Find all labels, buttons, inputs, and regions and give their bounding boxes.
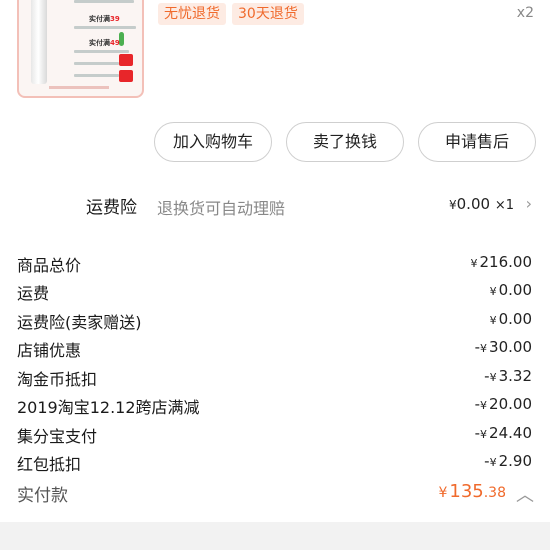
breakdown-value: -¥ 3.32 [484, 367, 532, 385]
breakdown-label: 淘金币抵扣 [17, 370, 98, 389]
breakdown-value: -¥ 30.00 [474, 338, 532, 356]
badge-30-day-return: 30天退货 [232, 3, 304, 25]
chevron-right-icon: › [525, 194, 532, 213]
total-amount: ¥135.38 [438, 481, 506, 502]
bottom-divider [0, 522, 550, 550]
add-to-cart-button[interactable]: 加入购物车 [154, 122, 272, 162]
breakdown-label: 运费险(卖家赠送) [17, 313, 142, 332]
breakdown-value: ¥0.00 [489, 310, 532, 328]
insurance-title: 运费险 [86, 198, 137, 218]
sell-resell-button[interactable]: 卖了换钱 [286, 122, 404, 162]
breakdown-value: ¥0.00 [489, 281, 532, 299]
breakdown-value: -¥ 20.00 [474, 395, 532, 413]
product-quantity: x2 [516, 5, 534, 21]
breakdown-label: 集分宝支付 [17, 427, 98, 446]
breakdown-label: 店铺优惠 [17, 341, 82, 360]
breakdown-value: ¥216.00 [470, 253, 533, 271]
total-label: 实付款 [17, 486, 68, 506]
breakdown-label: 2019淘宝12.12跨店满减 [17, 398, 200, 417]
insurance-description: 退换货可自动理赔 [157, 199, 286, 218]
breakdown-value: -¥ 24.40 [474, 424, 532, 442]
product-thumbnail[interactable]: 实付满39 实付满49 [17, 0, 144, 98]
breakdown-label: 商品总价 [17, 256, 82, 275]
after-sale-button[interactable]: 申请售后 [418, 122, 536, 162]
chevron-up-icon[interactable]: ︿ [516, 481, 534, 507]
product-bottle-image [31, 0, 47, 84]
breakdown-label: 红包抵扣 [17, 455, 82, 474]
insurance-price: ¥0.00 ×1 [449, 195, 514, 213]
breakdown-label: 运费 [17, 284, 50, 303]
breakdown-value: -¥ 2.90 [484, 452, 532, 470]
badge-worry-free-return: 无忧退货 [158, 3, 226, 25]
